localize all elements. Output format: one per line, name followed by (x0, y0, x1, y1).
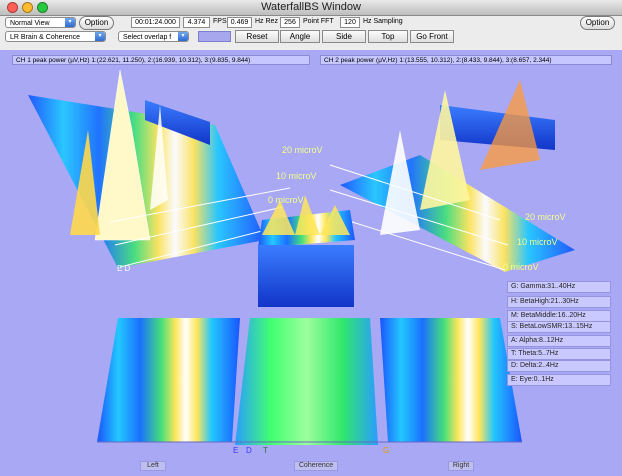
legend-delta: D: Delta:2..4Hz (507, 360, 611, 372)
sampling-field[interactable]: 120 (340, 17, 360, 28)
fft-label: Point FFT (303, 18, 334, 25)
montage-select[interactable]: LR Brain & Coherence ▾ (5, 31, 106, 42)
side-button[interactable]: Side (322, 30, 366, 43)
overlap-value: Select overlap f (123, 34, 172, 41)
left-scale-0: 0 microV (268, 195, 304, 205)
ch1-peak-header: CH 1 peak power (µV,Hz) 1:(22.621, 11.25… (12, 55, 310, 65)
option-right-button[interactable]: Option (580, 16, 615, 30)
legend-betalowsmr: S: BetaLowSMR:13..15Hz (507, 321, 611, 333)
legend-betahigh: H: BetaHigh:21..30Hz (507, 296, 611, 308)
angle-button[interactable]: Angle (280, 30, 320, 43)
axis-letter-d: D (246, 446, 252, 455)
center-wall (258, 245, 354, 307)
left-axis-letters: E D (117, 264, 131, 273)
window-title: WaterfallBS Window (261, 1, 361, 13)
legend-gamma: G: Gamma:31..40Hz (507, 281, 611, 293)
option-left-button[interactable]: Option (79, 16, 114, 30)
hz-rez-label: Hz Rez (255, 18, 278, 25)
chevron-down-icon: ▾ (65, 18, 75, 27)
time-field[interactable]: 00:01:24.000 (131, 17, 180, 28)
chevron-down-icon: ▾ (95, 32, 105, 41)
coherence-topomap (235, 318, 378, 445)
coherence-panel-label: Coherence (294, 461, 338, 471)
top-button[interactable]: Top (368, 30, 408, 43)
left-scale-10: 10 microV (276, 171, 317, 181)
fps-field[interactable]: 4.374 (183, 17, 210, 28)
overlap-select[interactable]: Select overlap f ▾ (118, 31, 189, 42)
left-surface (28, 95, 265, 268)
right-scale-0: 0 microV (503, 262, 539, 272)
chevron-down-icon: ▾ (178, 32, 188, 41)
go-front-button[interactable]: Go Front (410, 30, 454, 43)
axis-letter-e: E (233, 446, 239, 455)
view-mode-select[interactable]: Normal View ▾ (5, 17, 76, 28)
right-topomap (380, 318, 522, 442)
left-panel-label: Left (140, 461, 166, 471)
color-swatch[interactable] (198, 31, 231, 42)
legend-alpha: A: Alpha:8..12Hz (507, 335, 611, 347)
legend-theta: T: Theta:5..7Hz (507, 348, 611, 360)
waterfall-viewport[interactable]: CH 1 peak power (µV,Hz) 1:(22.621, 11.25… (0, 50, 622, 476)
axis-letter-g: G (383, 446, 390, 455)
legend-eye: E: Eye:0..1Hz (507, 374, 611, 386)
ch2-peak-header: CH 2 peak power (µV,Hz) 1:(13.555, 10.31… (320, 55, 612, 65)
view-mode-value: Normal View (10, 20, 50, 27)
left-topomap (97, 318, 240, 442)
right-scale-20: 20 microV (525, 212, 566, 222)
right-panel-label: Right (448, 461, 474, 471)
reset-button[interactable]: Reset (235, 30, 279, 43)
fft-points-field[interactable]: 256 (280, 17, 300, 28)
hz-rez-field[interactable]: 0.469 (227, 17, 252, 28)
fps-label: FPS (213, 18, 227, 25)
title-bar: WaterfallBS Window (0, 0, 622, 16)
right-scale-10: 10 microV (517, 237, 558, 247)
sampling-label: Hz Sampling (363, 18, 403, 25)
montage-value: LR Brain & Coherence (10, 34, 81, 41)
axis-letter-t: T (263, 446, 268, 455)
left-scale-20: 20 microV (282, 145, 323, 155)
